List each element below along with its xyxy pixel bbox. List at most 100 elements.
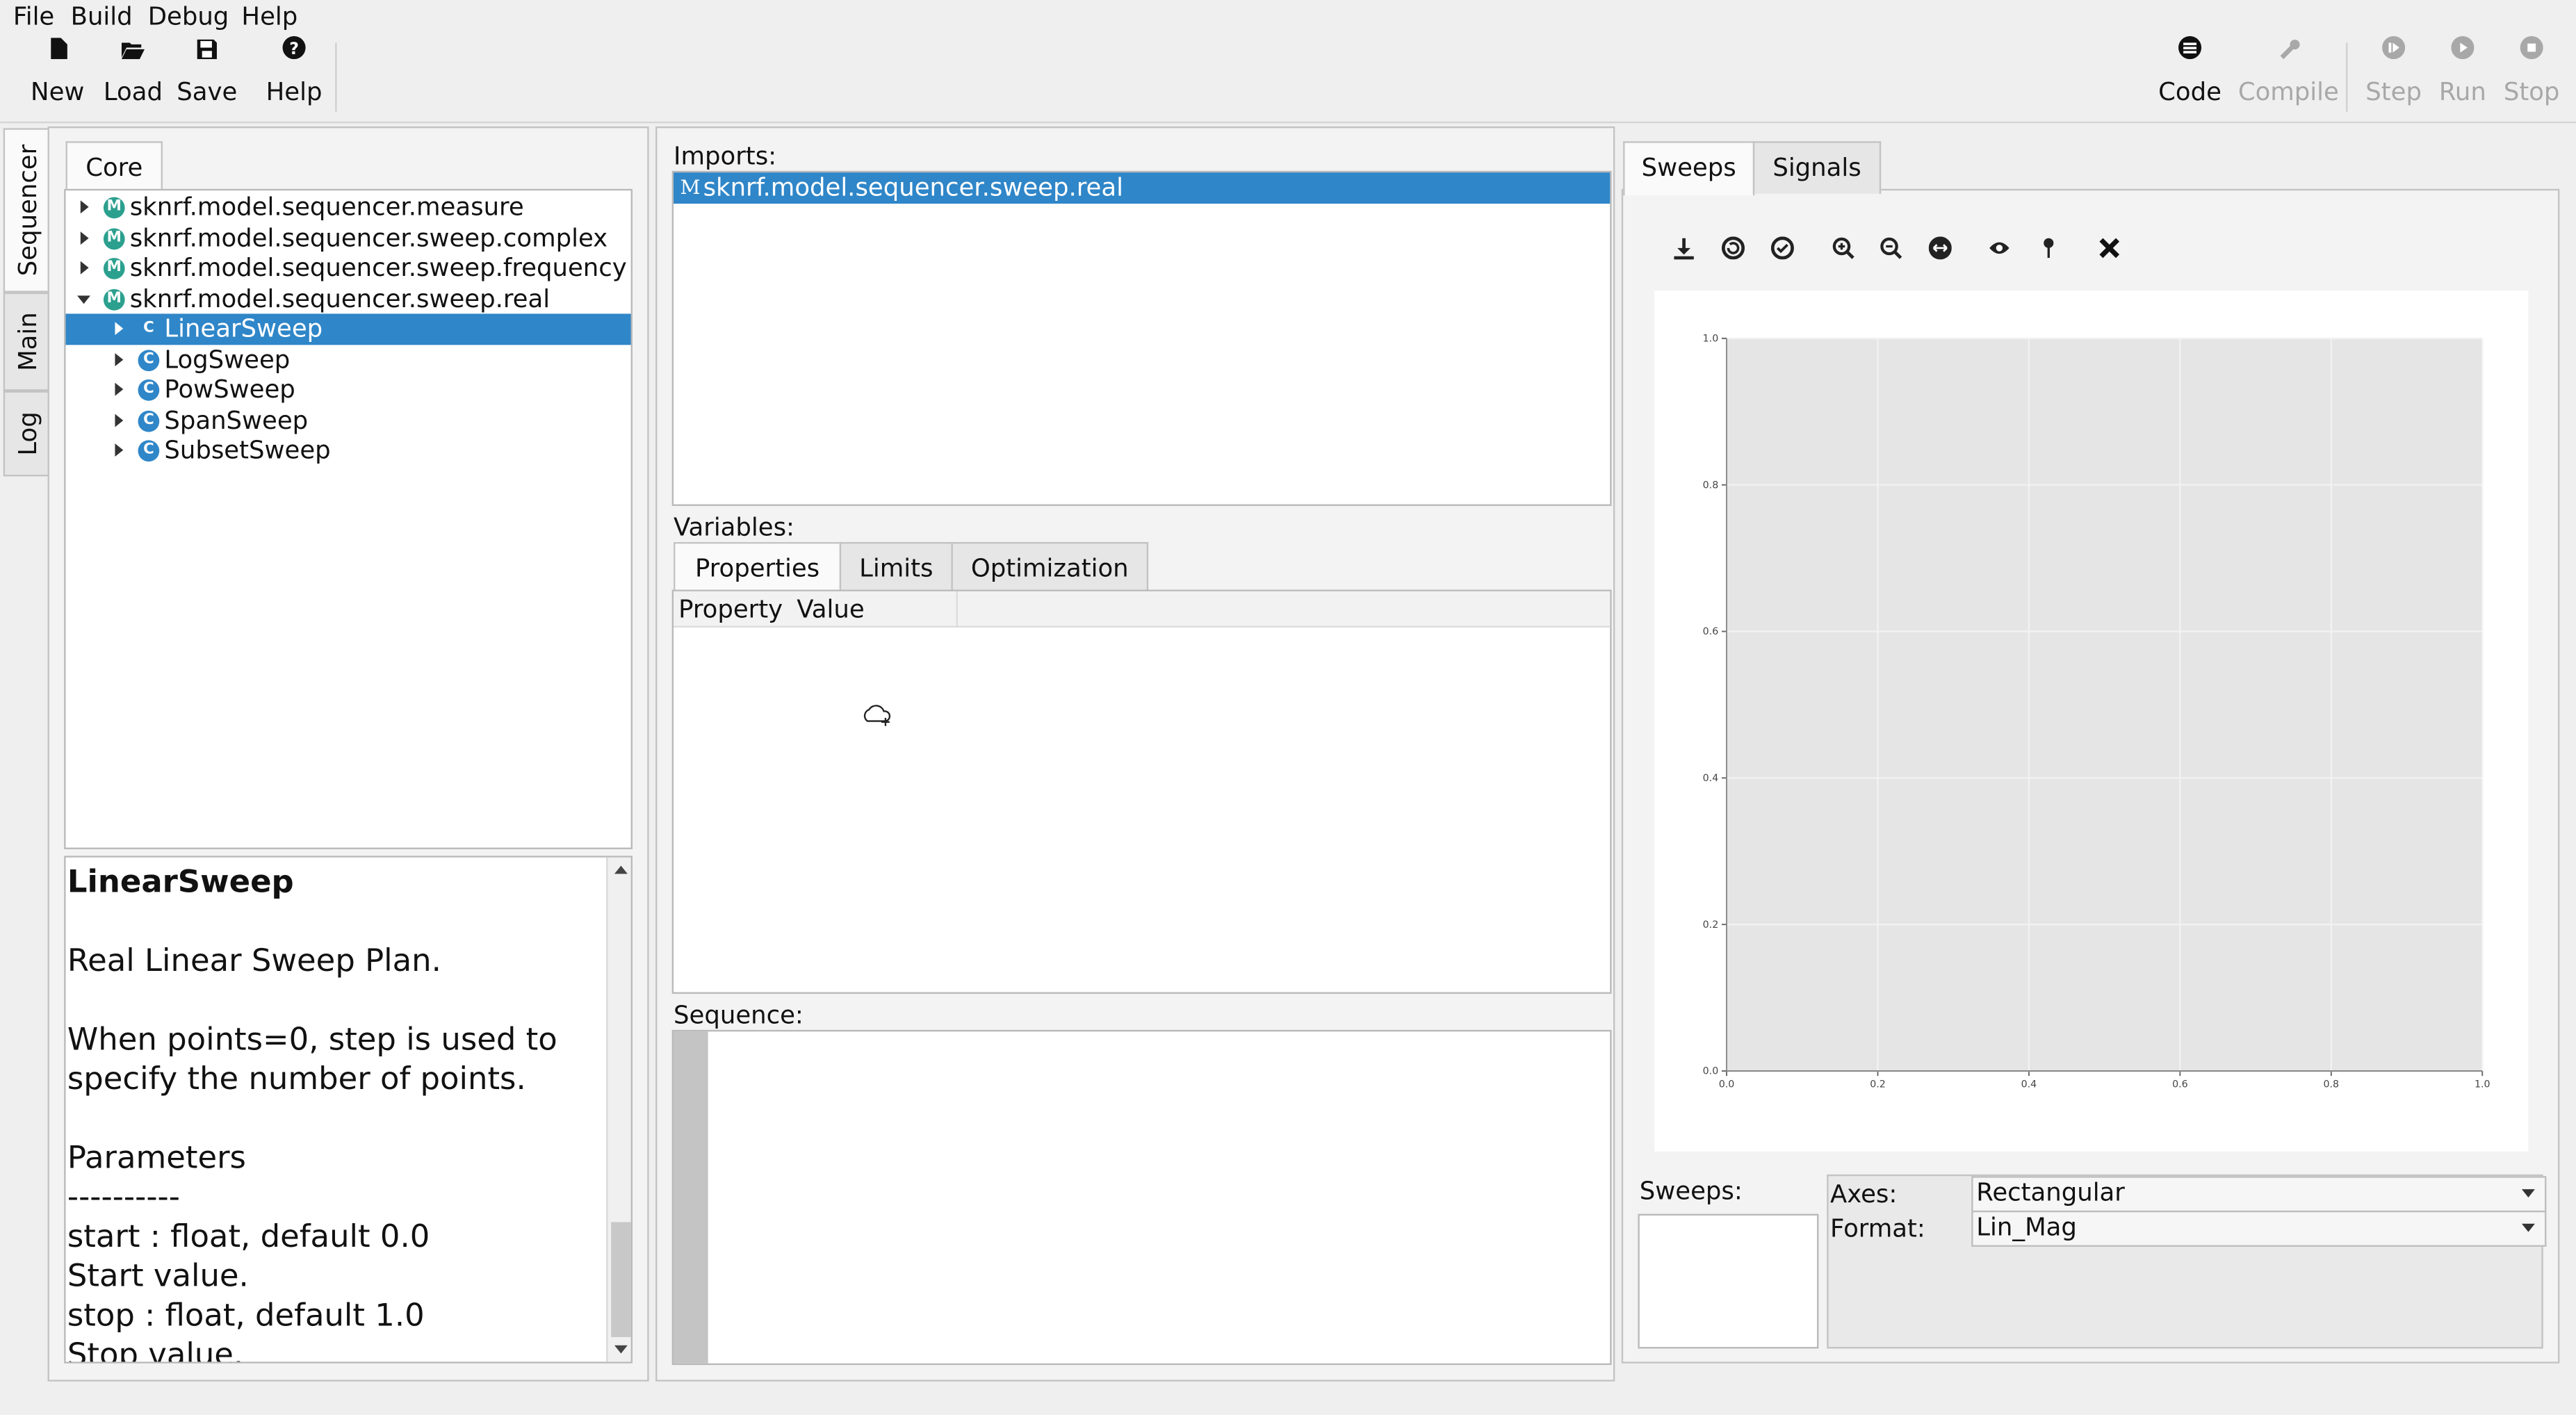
expand-arrow-icon[interactable] — [115, 352, 124, 366]
pan-icon[interactable] — [1927, 236, 1953, 263]
step-label: Step — [2365, 77, 2422, 107]
menu-file[interactable]: File — [13, 0, 54, 33]
class-tree[interactable]: M sknrf.model.sequencer.measure M sknrf.… — [64, 188, 633, 849]
scroll-down-arrow-icon[interactable] — [614, 1345, 628, 1354]
autoscale-icon[interactable] — [1769, 236, 1795, 263]
tree-item-logsweep[interactable]: C LogSweep — [66, 344, 631, 375]
tree-item-measure[interactable]: M sknrf.model.sequencer.measure — [66, 193, 631, 223]
tab-signals[interactable]: Signals — [1752, 141, 1882, 194]
step-button[interactable]: Step — [2359, 35, 2428, 115]
save-label: Save — [177, 77, 238, 107]
save-button[interactable]: Save — [172, 36, 241, 115]
expand-arrow-icon[interactable] — [115, 413, 124, 427]
side-tab-sequencer[interactable]: Sequencer — [3, 128, 49, 293]
tab-core[interactable]: Core — [65, 141, 163, 196]
load-button[interactable]: Load — [99, 36, 168, 115]
expand-arrow-icon[interactable] — [80, 261, 89, 275]
expand-arrow-icon[interactable] — [115, 443, 124, 457]
stop-button[interactable]: Stop — [2499, 35, 2565, 115]
side-tab-main[interactable]: Main — [3, 292, 51, 391]
tree-item-sweep-complex[interactable]: M sknrf.model.sequencer.sweep.complex — [66, 222, 631, 253]
close-icon[interactable] — [2096, 236, 2123, 263]
svg-text:?: ? — [289, 39, 299, 58]
marker-icon[interactable] — [2035, 236, 2062, 263]
help-button[interactable]: ? Help — [258, 35, 330, 115]
download-icon[interactable] — [1671, 236, 1697, 263]
scrollbar-thumb[interactable] — [611, 1222, 631, 1337]
sweeps-list[interactable] — [1638, 1213, 1819, 1349]
doc-line: When points=0, step is used to — [67, 1022, 557, 1058]
side-tab-sequencer-label: Sequencer — [12, 144, 42, 277]
tab-properties[interactable]: Properties — [674, 541, 842, 596]
tab-sweeps[interactable]: Sweeps — [1623, 141, 1755, 196]
code-icon — [2152, 35, 2228, 72]
load-label: Load — [103, 77, 163, 107]
x-tick-label: 0.4 — [2021, 1079, 2037, 1090]
compile-button[interactable]: Compile — [2237, 36, 2340, 115]
x-tick-label: 0.0 — [1719, 1079, 1735, 1090]
tree-item-spansweep[interactable]: C SpanSweep — [66, 405, 631, 436]
menu-debug[interactable]: Debug — [148, 0, 229, 33]
tree-item-label: sknrf.model.sequencer.sweep.real — [129, 283, 551, 313]
sequence-editor[interactable] — [671, 1029, 1612, 1366]
expand-arrow-icon[interactable] — [115, 382, 124, 396]
x-tick-label: 1.0 — [2475, 1079, 2491, 1090]
run-icon — [2431, 35, 2494, 72]
doc-scrollbar[interactable] — [606, 857, 631, 1362]
module-icon: M — [103, 258, 125, 279]
y-tick-label: 1.0 — [1703, 334, 1719, 345]
y-tick-label: 0.4 — [1703, 773, 1719, 784]
tree-item-linearsweep[interactable]: C LinearSweep — [65, 313, 631, 345]
menu-help[interactable]: Help — [241, 0, 297, 33]
expand-arrow-icon[interactable] — [80, 231, 89, 244]
imports-label: Imports: — [674, 141, 777, 171]
line-number-gutter — [674, 1031, 708, 1364]
code-button[interactable]: Code — [2152, 35, 2228, 115]
run-button[interactable]: Run — [2431, 35, 2494, 115]
tree-item-label: SpanSweep — [164, 404, 309, 435]
scroll-up-arrow-icon[interactable] — [614, 865, 628, 874]
tree-item-subsetsweep[interactable]: C SubsetSweep — [66, 435, 631, 466]
tree-item-powsweep[interactable]: C PowSweep — [66, 375, 631, 405]
sweep-chart[interactable]: 0.0 0.2 0.4 0.6 0.8 1.0 0.0 0.2 0.4 0.6 0.8 1.0 — [1654, 291, 2528, 1151]
collapse-arrow-icon[interactable] — [77, 295, 90, 304]
tree-item-label: sknrf.model.sequencer.sweep.frequency — [129, 252, 627, 283]
imports-list[interactable]: M sknrf.model.sequencer.sweep.real — [671, 170, 1612, 506]
side-tab-main-label: Main — [12, 312, 42, 371]
tab-optimization[interactable]: Optimization — [951, 541, 1149, 595]
new-button[interactable]: New — [23, 36, 92, 115]
plot-area[interactable]: 0.0 0.2 0.4 0.6 0.8 1.0 0.0 0.2 0.4 0.6 0.8 1.0 — [1654, 291, 2529, 1152]
menu-build[interactable]: Build — [71, 0, 133, 33]
tab-limits[interactable]: Limits — [839, 541, 953, 595]
side-tab-log[interactable]: Log — [3, 391, 51, 477]
tree-item-sweep-frequency[interactable]: M sknrf.model.sequencer.sweep.frequency — [66, 253, 631, 284]
reset-view-icon[interactable] — [1720, 236, 1747, 263]
wrench-icon — [2237, 36, 2340, 72]
zoom-in-icon[interactable] — [1830, 236, 1857, 263]
tree-item-label: SubsetSweep — [164, 435, 331, 465]
help-icon: ? — [258, 35, 330, 72]
y-tick-label: 0.6 — [1703, 626, 1719, 637]
tab-properties-label: Properties — [694, 553, 820, 584]
plot-background — [1727, 338, 2483, 1072]
show-icon[interactable] — [1986, 236, 2012, 263]
doc-line: ---------- — [67, 1179, 180, 1216]
properties-table[interactable]: Property Value — [671, 589, 1612, 994]
import-item[interactable]: M sknrf.model.sequencer.sweep.real — [674, 172, 1611, 204]
tab-optimization-label: Optimization — [970, 553, 1129, 584]
toolbar: New Load Save ? Help Code Compile Step R… — [0, 33, 2576, 122]
tree-item-sweep-real[interactable]: M sknrf.model.sequencer.sweep.real — [66, 284, 631, 314]
tab-limits-label: Limits — [859, 553, 934, 584]
axes-label: Axes: — [1829, 1179, 1898, 1209]
expand-arrow-icon[interactable] — [80, 200, 89, 214]
column-header-value[interactable]: Value — [797, 595, 864, 625]
toolbar-separator-2 — [2346, 42, 2348, 112]
axes-dropdown[interactable]: Rectangular — [1971, 1176, 2547, 1213]
format-dropdown[interactable]: Lin_Mag — [1971, 1210, 2547, 1247]
x-tick-label: 0.6 — [2172, 1079, 2188, 1090]
zoom-out-icon[interactable] — [1877, 236, 1904, 263]
documentation-panel[interactable]: LinearSweep Real Linear Sweep Plan. When… — [64, 856, 633, 1364]
expand-arrow-icon[interactable] — [115, 322, 124, 336]
column-header-property[interactable]: Property — [678, 595, 783, 625]
class-icon: C — [138, 349, 160, 370]
